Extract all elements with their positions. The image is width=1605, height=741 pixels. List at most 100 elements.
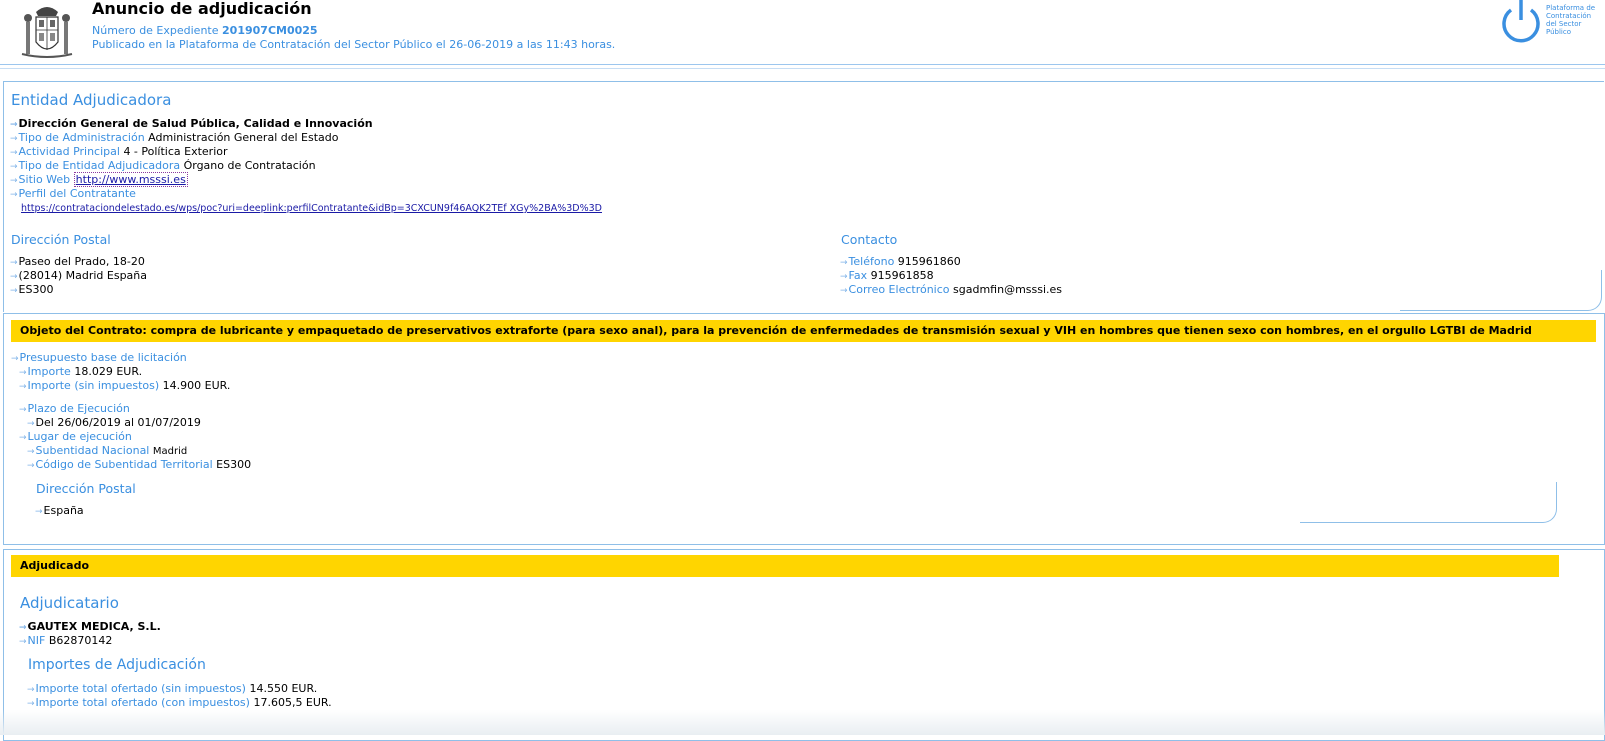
field-label: Subentidad Nacional	[35, 444, 150, 457]
arrow-icon: →	[10, 258, 18, 268]
perfil-url-row: https://contrataciondelestado.es/wps/poc…	[21, 202, 602, 216]
arrow-icon: →	[10, 176, 18, 186]
actividad-principal-row: →Actividad Principal 4 - Política Exteri…	[10, 145, 228, 160]
perfil-contratante-row: →Perfil del Contratante	[10, 187, 136, 202]
field-value: Madrid	[152, 446, 188, 457]
platform-logo-text: Plataforma de Contratación del Sector Pú…	[1546, 4, 1596, 36]
company-row: →GAUTEX MEDICA, S.L.	[19, 620, 161, 635]
field-value: sgadmfin@msssi.es	[953, 283, 1063, 296]
objeto-band: Objeto del Contrato: compra de lubricant…	[11, 320, 1596, 342]
lugar-postal-heading: Dirección Postal	[36, 481, 136, 496]
telefono-row: →Teléfono 915961860	[840, 255, 961, 270]
field-label: Tipo de Entidad Adjudicadora	[18, 159, 181, 172]
field-label: Perfil del Contratante	[18, 187, 136, 200]
arrow-icon: →	[840, 286, 848, 296]
field-label: Importe total ofertado (sin impuestos)	[35, 682, 246, 695]
coat-of-arms-logo	[16, 2, 78, 60]
perfil-contratante-link[interactable]: https://contrataciondelestado.es/wps/poc…	[21, 203, 602, 214]
objeto-inner-corner	[1300, 482, 1557, 523]
arrow-icon: →	[10, 162, 18, 172]
field-value: 915961858	[870, 269, 934, 282]
arrow-icon: →	[10, 272, 18, 282]
arrow-icon: →	[27, 419, 35, 429]
bottom-fade	[0, 710, 1605, 735]
field-label: Tipo de Administración	[18, 131, 145, 144]
total-sin-row: →Importe total ofertado (sin impuestos) …	[27, 682, 317, 697]
field-value: 17.605,5 EUR.	[253, 696, 332, 709]
arrow-icon: →	[10, 120, 18, 130]
nif-row: →NIF B62870142	[19, 634, 112, 649]
field-value: Del 26/06/2019 al 01/07/2019	[35, 416, 201, 429]
field-value: 4 - Política Exterior	[123, 145, 228, 158]
plazo-row: →Plazo de Ejecución	[19, 402, 130, 417]
expediente-label: Número de Expediente	[92, 24, 219, 37]
arrow-icon: →	[19, 368, 27, 378]
website-link[interactable]: http://www.msssi.es	[73, 172, 188, 187]
field-value: 915961860	[897, 255, 961, 268]
field-label: Actividad Principal	[18, 145, 120, 158]
lugar-row: →Lugar de ejecución	[19, 430, 132, 445]
subentidad-row: →Subentidad Nacional Madrid	[27, 444, 187, 459]
arrow-icon: →	[27, 447, 35, 457]
field-value: 18.029 EUR.	[74, 365, 143, 378]
adjudicatario-heading: Adjudicatario	[20, 594, 119, 612]
entidad-name: Dirección General de Salud Pública, Cali…	[18, 117, 373, 130]
codigo-row: →Código de Subentidad Territorial ES300	[27, 458, 251, 473]
field-label: NIF	[27, 634, 46, 647]
field-label: Presupuesto base de licitación	[19, 351, 187, 364]
arrow-icon: →	[19, 433, 27, 443]
arrow-icon: →	[10, 286, 18, 296]
entidad-panel-corner	[1400, 270, 1602, 311]
field-value: Administración General del Estado	[148, 131, 339, 144]
field-label: Teléfono	[848, 255, 895, 268]
importes-heading: Importes de Adjudicación	[28, 657, 206, 673]
arrow-icon: →	[11, 354, 19, 364]
correo-row: →Correo Electrónico sgadmfin@msssi.es	[840, 283, 1062, 298]
field-label: Importe (sin impuestos)	[27, 379, 160, 392]
arrow-icon: →	[19, 623, 27, 633]
postal-address: Paseo del Prado, 18-20	[18, 255, 145, 268]
arrow-icon: →	[10, 148, 18, 158]
arrow-icon: →	[19, 405, 27, 415]
field-value: 14.900 EUR.	[162, 379, 231, 392]
field-value: 14.550 EUR.	[249, 682, 318, 695]
postal-line: →ES300	[10, 283, 53, 298]
page-title: Anuncio de adjudicación	[92, 0, 312, 18]
importe-row: →Importe 18.029 EUR.	[19, 365, 142, 380]
arrow-icon: →	[10, 134, 18, 144]
presupuesto-row: →Presupuesto base de licitación	[11, 351, 187, 366]
arrow-icon: →	[27, 461, 35, 471]
expediente-number: 201907CM0025	[222, 24, 318, 37]
field-value: España	[43, 504, 84, 517]
postal-code: ES300	[18, 283, 54, 296]
entidad-panel	[3, 81, 1604, 312]
field-value: Órgano de Contratación	[183, 159, 316, 172]
arrow-icon: →	[19, 382, 27, 392]
entidad-name-row: →Dirección General de Salud Pública, Cal…	[10, 117, 373, 132]
field-label: Sitio Web	[18, 173, 71, 186]
field-label: Importe total ofertado (con impuestos)	[35, 696, 250, 709]
lugar-postal-row: →España	[35, 504, 84, 519]
expediente-line: Número de Expediente 201907CM0025	[92, 24, 318, 38]
arrow-icon: →	[35, 507, 43, 517]
postal-line: →Paseo del Prado, 18-20	[10, 255, 145, 270]
arrow-icon: →	[10, 190, 18, 200]
sitio-web-row: →Sitio Web http://www.msssi.es	[10, 172, 188, 188]
header-divider	[0, 64, 1605, 69]
entidad-heading: Entidad Adjudicadora	[11, 91, 172, 109]
importe-sin-row: →Importe (sin impuestos) 14.900 EUR.	[19, 379, 230, 394]
tipo-administracion-row: →Tipo de Administración Administración G…	[10, 131, 339, 146]
publication-note: Publicado en la Plataforma de Contrataci…	[92, 38, 616, 51]
field-value: ES300	[216, 458, 252, 471]
adjudicado-band: Adjudicado	[11, 555, 1559, 577]
field-label: Correo Electrónico	[848, 283, 950, 296]
arrow-icon: →	[840, 258, 848, 268]
arrow-icon: →	[19, 637, 27, 647]
field-value: B62870142	[48, 634, 113, 647]
company-name: GAUTEX MEDICA, S.L.	[27, 620, 161, 633]
arrow-icon: →	[27, 685, 35, 695]
field-label: Lugar de ejecución	[27, 430, 132, 443]
fax-row: →Fax 915961858	[840, 269, 934, 284]
arrow-icon: →	[27, 699, 35, 709]
plazo-value-row: →Del 26/06/2019 al 01/07/2019	[27, 416, 201, 431]
